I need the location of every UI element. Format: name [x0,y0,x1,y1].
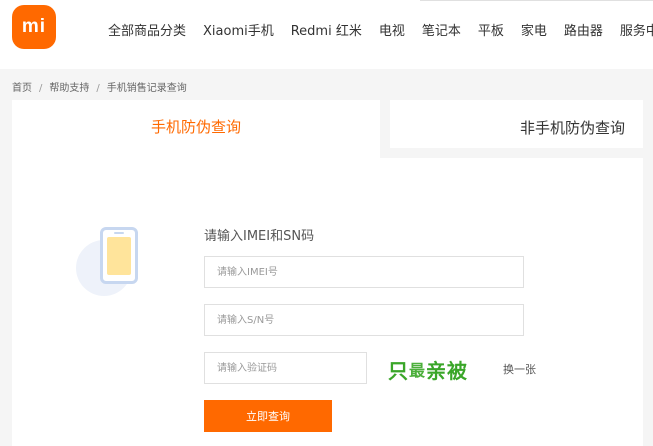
top-bar-divider [420,0,653,1]
phone-speaker [114,232,124,234]
captcha-char: 最 [409,361,426,380]
breadcrumb-current: 手机销售记录查询 [106,83,187,94]
form-title: 请输入IMEI和SN码 [204,229,315,244]
phone-screen [107,237,131,275]
nav-item-laptop[interactable]: 笔记本 [422,20,461,39]
nav-item-appliance[interactable]: 家电 [521,20,547,39]
sn-input[interactable] [204,304,524,336]
nav-item-redmi[interactable]: Redmi 红米 [291,20,362,39]
tab-non-phone-verify[interactable]: 非手机防伪查询 [390,100,643,148]
breadcrumb-home[interactable]: 首页 [12,83,32,94]
nav-item-tablet[interactable]: 平板 [478,20,504,39]
nav-item-tv[interactable]: 电视 [379,20,405,39]
main-nav: 全部商品分类 Xiaomi手机 Redmi 红米 电视 笔记本 平板 家电 路由… [108,20,653,39]
breadcrumb-help[interactable]: 帮助支持 [49,83,89,94]
phone-illustration-icon [100,227,138,284]
breadcrumb-separator: / [39,83,43,94]
nav-item-router[interactable]: 路由器 [564,20,603,39]
mi-logo-text: mi [21,16,47,37]
refresh-captcha-link[interactable]: 换一张 [503,361,536,377]
captcha-char: 只 [388,358,408,383]
captcha-input[interactable] [204,352,367,384]
captcha-image[interactable]: 只 最 亲 被 [388,354,488,384]
captcha-char: 被 [447,358,468,383]
tab-non-phone-verify-label: 非手机防伪查询 [519,119,625,137]
submit-query-button[interactable]: 立即查询 [204,400,332,432]
tab-phone-verify[interactable]: 手机防伪查询 [12,100,380,158]
breadcrumb: 首页 / 帮助支持 / 手机销售记录查询 [12,79,187,94]
breadcrumb-separator: / [96,83,100,94]
mi-logo[interactable]: mi [12,5,56,49]
nav-item-xiaomi-phone[interactable]: Xiaomi手机 [203,20,274,39]
captcha-char: 亲 [426,358,447,383]
tab-phone-verify-label: 手机防伪查询 [150,118,241,136]
site-header: mi 全部商品分类 Xiaomi手机 Redmi 红米 电视 笔记本 平板 家电… [0,0,653,69]
nav-item-all-categories[interactable]: 全部商品分类 [108,20,186,39]
imei-input[interactable] [204,256,524,288]
nav-item-service[interactable]: 服务中心 [620,20,653,39]
